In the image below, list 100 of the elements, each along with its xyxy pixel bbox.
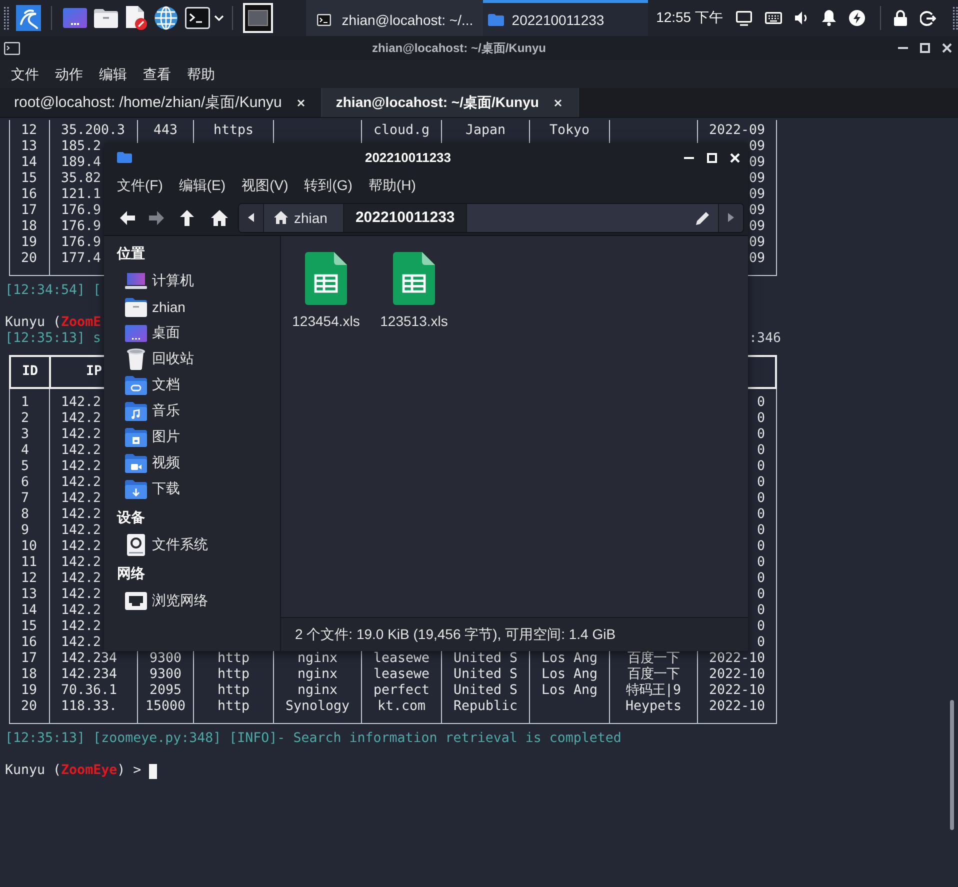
ip-text: 35.82 — [61, 171, 102, 186]
folder-music-icon — [125, 402, 147, 420]
country-text: United S — [453, 683, 518, 698]
ip-text: 142.2 — [61, 571, 102, 586]
ip-text: 142.2 — [61, 635, 102, 650]
menu-item[interactable]: 动作 — [47, 64, 91, 84]
sidebar-item[interactable]: 浏览网络 — [104, 588, 280, 614]
ip-text: 142.2 — [61, 555, 102, 570]
row-id-text: 4 — [21, 443, 30, 458]
date-text: 2022-10 — [708, 699, 765, 714]
date-text: 2022-10 — [708, 683, 765, 698]
file-item[interactable]: 123513.xls — [370, 252, 458, 331]
menu-item[interactable]: 查看 — [135, 64, 179, 84]
folder-icon[interactable] — [94, 8, 118, 28]
server-text: nginx — [297, 667, 338, 682]
document-icon[interactable] — [125, 6, 147, 30]
sidebar-item[interactable]: 回收站 — [104, 346, 280, 372]
date-text: 2022-10 — [708, 651, 765, 666]
sidebar-item[interactable]: 文档 — [104, 372, 280, 398]
logout-icon[interactable] — [920, 10, 936, 26]
sidebar-item[interactable]: 视频 — [104, 450, 280, 476]
menu-item[interactable]: 文件(F) — [117, 177, 163, 195]
port-text: 2095 — [149, 683, 182, 698]
up-arrow-icon[interactable] — [179, 210, 195, 226]
ip-text: 70.36.1 — [61, 683, 118, 698]
sidebar-item[interactable]: 图片 — [104, 424, 280, 450]
tab[interactable]: zhian@locahost: ~/桌面/Kunyu — [322, 88, 579, 117]
row-id-text: 20 — [21, 699, 38, 714]
host-text: kt.com — [377, 699, 426, 714]
pencil-icon[interactable] — [696, 210, 710, 224]
date-text: 0 — [756, 603, 765, 618]
task-button[interactable]: zhian@locahost: ~/... — [306, 0, 483, 36]
menu-item[interactable]: 编辑(E) — [178, 177, 226, 195]
menu-item[interactable]: 文件 — [3, 64, 47, 84]
grip-handle-icon[interactable] — [953, 6, 958, 30]
volume-icon[interactable] — [795, 11, 809, 25]
ip-text: 142.234 — [61, 667, 118, 682]
menu-item[interactable]: 转到(G) — [304, 177, 352, 195]
network-port-icon — [125, 592, 147, 610]
clock-text[interactable]: 12:55 下午 — [656, 9, 723, 27]
lightning-icon[interactable] — [849, 10, 865, 26]
menu-item[interactable]: 帮助 — [179, 64, 223, 84]
workspace-button[interactable] — [243, 3, 273, 33]
path-crumb[interactable]: 202210011233 — [344, 204, 467, 232]
date-text: 0 — [756, 619, 765, 634]
page-title-text: Heypets — [625, 699, 682, 714]
caret-icon[interactable] — [214, 15, 224, 21]
left-caret-icon[interactable] — [248, 213, 254, 222]
keyboard-icon[interactable] — [765, 12, 782, 24]
terminal-icon[interactable] — [185, 7, 210, 29]
date-text: 0 — [756, 443, 765, 458]
sidebar-item[interactable]: 文件系统 — [104, 532, 280, 558]
desktop-icon[interactable] — [63, 8, 87, 28]
menu-item[interactable]: 编辑 — [91, 64, 135, 84]
row-id-text: 14 — [21, 155, 38, 170]
log-line: :346 — [748, 331, 781, 347]
date-text: 0 — [756, 523, 765, 538]
sidebar-item[interactable]: 下载 — [104, 476, 280, 502]
display-icon[interactable] — [736, 10, 752, 26]
city-text: Los Ang — [541, 651, 598, 666]
ip-text: 142.2 — [61, 523, 102, 538]
drive-icon — [127, 534, 145, 556]
port-text: 15000 — [145, 699, 186, 714]
sidebar-item[interactable]: 计算机 — [104, 268, 280, 294]
lock-icon[interactable] — [894, 10, 907, 26]
menu-item[interactable]: 视图(V) — [242, 177, 288, 195]
protocol-text: http — [217, 699, 250, 714]
ip-text: 121.1 — [61, 187, 102, 202]
date-text: 2022-09 — [708, 123, 765, 138]
ip-text: 142.2 — [61, 459, 102, 474]
grip-handle-icon[interactable] — [4, 6, 9, 30]
close-icon[interactable] — [942, 43, 952, 53]
tab[interactable]: root@locahost: /home/zhian/桌面/Kunyu — [0, 88, 322, 117]
back-arrow-icon[interactable] — [119, 210, 135, 226]
task-button[interactable]: 202210011233 — [482, 0, 648, 36]
row-id-text: 3 — [21, 427, 30, 442]
scrollbar[interactable] — [950, 700, 954, 830]
right-caret-icon[interactable] — [728, 213, 734, 222]
protocol-text: https — [213, 123, 254, 138]
home-folder-icon — [125, 298, 147, 316]
folder-image-icon — [125, 428, 147, 446]
date-text: 09 — [748, 155, 765, 170]
maximize-icon[interactable] — [920, 43, 930, 53]
sidebar-item[interactable]: 音乐 — [104, 398, 280, 424]
ip-text: 142.2 — [61, 411, 102, 426]
sidebar-heading: 位置 — [117, 245, 145, 261]
home-icon[interactable] — [211, 210, 228, 226]
bell-icon[interactable] — [822, 10, 836, 26]
row-id-text: 13 — [21, 139, 38, 154]
globe-icon[interactable] — [154, 6, 178, 30]
file-item[interactable]: 123454.xls — [282, 252, 370, 331]
minimize-icon[interactable] — [684, 156, 694, 158]
close-icon[interactable] — [296, 98, 305, 106]
logo-icon[interactable] — [16, 5, 41, 31]
row-id-text: 17 — [21, 203, 38, 218]
sidebar-item[interactable]: zhian — [104, 294, 280, 320]
menu-item[interactable]: 帮助(H) — [368, 177, 416, 195]
row-id-text: 20 — [21, 251, 38, 266]
close-icon[interactable] — [554, 98, 562, 106]
sidebar-item[interactable]: 桌面 — [104, 320, 280, 346]
